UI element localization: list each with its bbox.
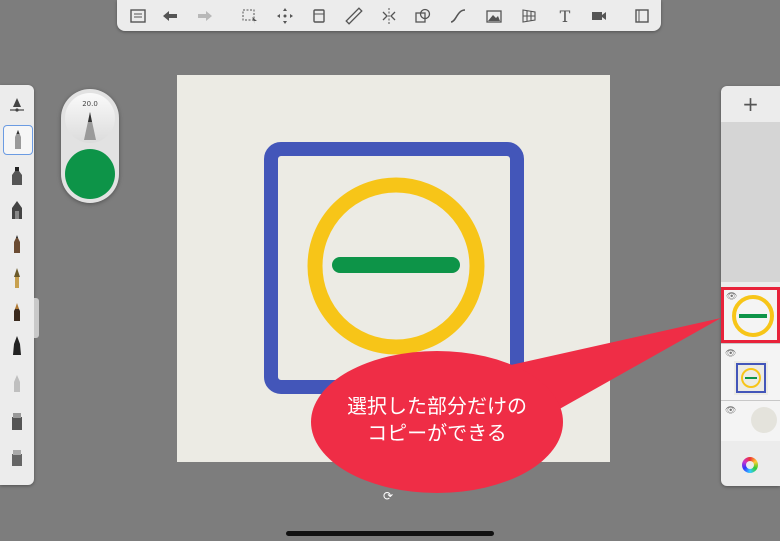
sync-icon[interactable]: ⟳ [383,489,393,503]
callout-line-2: コピーができる [367,421,507,445]
home-indicator[interactable] [286,531,494,536]
callout-bubble [311,318,721,493]
callout-text: 選択した部分だけの コピーができる [332,393,542,447]
callout-line-1: 選択した部分だけの [347,394,527,418]
